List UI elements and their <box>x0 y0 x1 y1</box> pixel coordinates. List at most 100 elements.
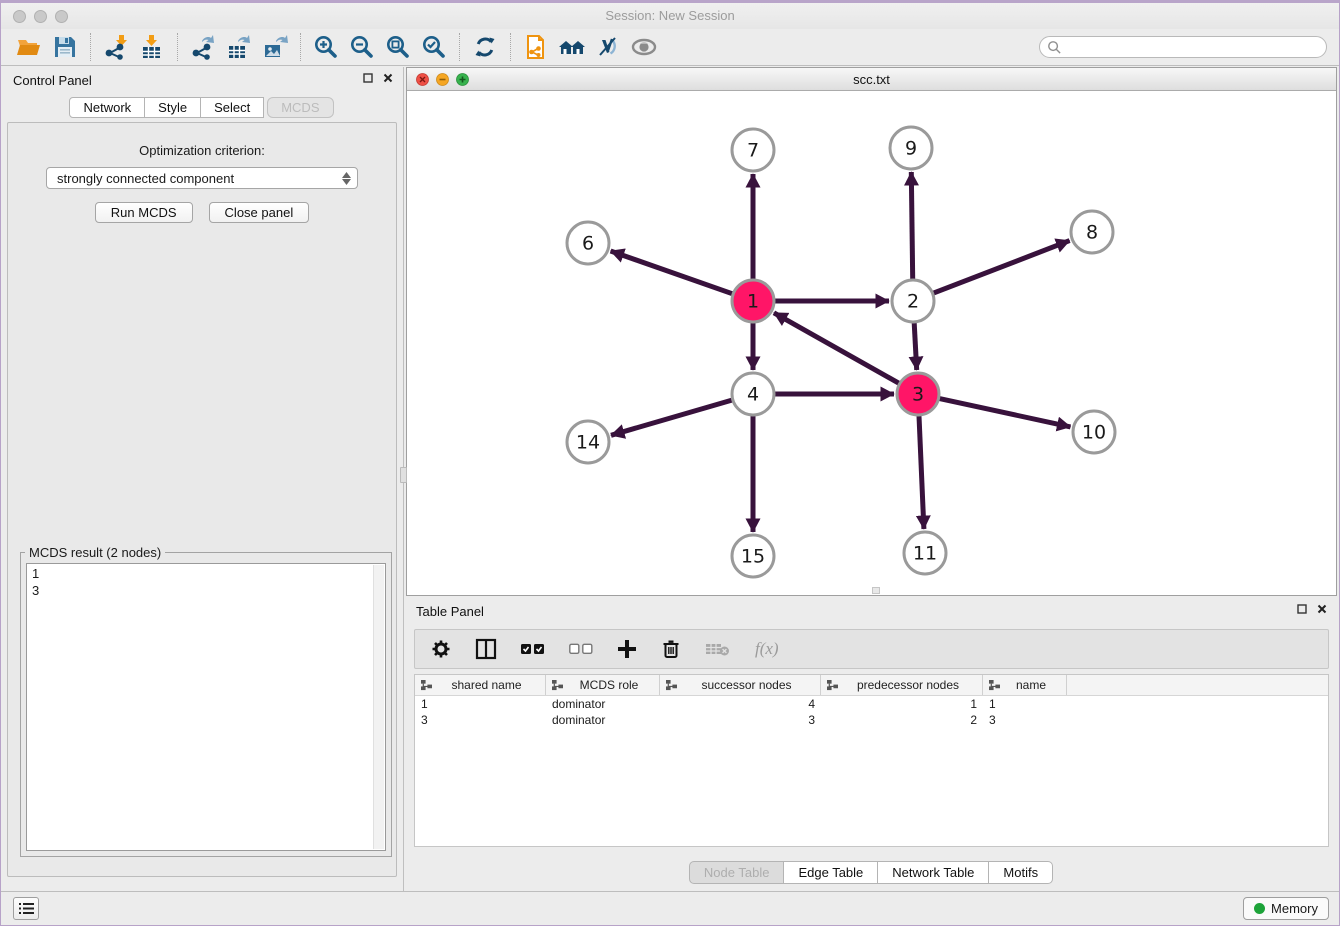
tab-node-table[interactable]: Node Table <box>689 861 785 884</box>
close-table-panel-icon[interactable] <box>1317 604 1327 614</box>
column-header-label: successor nodes <box>677 678 816 692</box>
refresh-icon[interactable] <box>467 32 503 62</box>
close-panel-icon[interactable] <box>383 73 393 83</box>
toolbar-separator <box>459 33 460 61</box>
open-session-icon[interactable] <box>11 32 47 62</box>
network-from-document-icon[interactable] <box>518 32 554 62</box>
node-label-3: 3 <box>912 384 924 406</box>
save-session-icon[interactable] <box>47 32 83 62</box>
zoom-fit-icon[interactable] <box>380 32 416 62</box>
zoom-in-icon[interactable] <box>308 32 344 62</box>
result-scrollbar[interactable] <box>373 565 384 849</box>
tab-style[interactable]: Style <box>144 97 201 118</box>
control-panel-title: Control Panel <box>13 73 92 88</box>
delete-column-icon[interactable] <box>661 638 681 660</box>
table-tabs: Node TableEdge TableNetwork TableMotifs <box>406 861 1337 884</box>
select-spinner-icon <box>342 172 353 185</box>
deselect-all-icon[interactable] <box>569 643 593 655</box>
control-panel-header: Control Panel <box>1 67 403 93</box>
edge-2-3[interactable] <box>914 323 917 370</box>
table-panel: Table Panel <box>406 598 1337 891</box>
float-panel-icon[interactable] <box>363 73 373 83</box>
run-mcds-button[interactable]: Run MCDS <box>95 202 193 223</box>
column-header-name[interactable]: name <box>983 675 1067 695</box>
status-bar: Memory <box>1 891 1339 925</box>
criterion-select[interactable]: strongly connected component <box>46 167 358 189</box>
close-panel-button[interactable]: Close panel <box>209 202 310 223</box>
mcds-result-line: 3 <box>32 582 380 599</box>
memory-button[interactable]: Memory <box>1243 897 1329 920</box>
import-table-icon[interactable] <box>134 32 170 62</box>
table-cell[interactable]: dominator <box>546 697 660 711</box>
export-table-icon[interactable] <box>221 32 257 62</box>
node-table[interactable]: shared nameMCDS role successor nodes prede… <box>414 674 1329 847</box>
delete-table-icon[interactable] <box>705 640 731 658</box>
toggle-graphics-details-icon[interactable] <box>590 32 626 62</box>
edge-4-14[interactable] <box>611 400 732 435</box>
tab-select[interactable]: Select <box>200 97 264 118</box>
table-row[interactable]: 1dominator411 <box>415 696 1328 712</box>
toolbar-separator <box>510 33 511 61</box>
search-input[interactable] <box>1062 38 1326 56</box>
edge-1-6[interactable] <box>611 251 733 294</box>
network-canvas[interactable]: 7968124314101511 <box>407 91 1336 595</box>
edge-2-9[interactable] <box>911 172 912 279</box>
add-column-icon[interactable] <box>617 639 637 659</box>
table-cell[interactable]: 3 <box>660 713 821 727</box>
panel-splitter-handle[interactable] <box>400 467 407 483</box>
table-cell[interactable]: 3 <box>415 713 546 727</box>
select-all-icon[interactable] <box>521 643 545 655</box>
control-panel-tabs: NetworkStyleSelectMCDS <box>1 97 403 118</box>
column-header-successor-nodes[interactable]: successor nodes <box>660 675 821 695</box>
column-header-predecessor-nodes[interactable]: predecessor nodes <box>821 675 983 695</box>
export-network-icon[interactable] <box>185 32 221 62</box>
search-icon <box>1047 40 1062 55</box>
float-table-panel-icon[interactable] <box>1297 604 1307 614</box>
node-label-9: 9 <box>905 138 917 160</box>
tab-motifs[interactable]: Motifs <box>988 861 1053 884</box>
network-graph: 7968124314101511 <box>407 91 1336 595</box>
tab-network-table[interactable]: Network Table <box>877 861 989 884</box>
home-view-icon[interactable] <box>554 32 590 62</box>
node-label-14: 14 <box>576 432 600 454</box>
table-cell[interactable]: 3 <box>983 713 1067 727</box>
canvas-resize-handle[interactable] <box>872 587 880 594</box>
task-history-button[interactable] <box>13 897 39 920</box>
zoom-out-icon[interactable] <box>344 32 380 62</box>
show-hide-panel-icon[interactable] <box>626 32 662 62</box>
table-cell[interactable]: 4 <box>660 697 821 711</box>
function-builder-icon[interactable]: f(x) <box>755 639 779 659</box>
split-panel-icon[interactable] <box>475 638 497 660</box>
table-body: 1dominator4113dominator323 <box>415 696 1328 728</box>
table-cell[interactable]: 1 <box>415 697 546 711</box>
table-cell[interactable]: 1 <box>821 697 983 711</box>
edge-3-11[interactable] <box>919 416 924 529</box>
table-header-row: shared nameMCDS role successor nodes prede… <box>415 675 1328 696</box>
main-toolbar <box>1 29 1339 66</box>
column-header-MCDS-role[interactable]: MCDS role <box>546 675 660 695</box>
zoom-selected-icon[interactable] <box>416 32 452 62</box>
export-image-icon[interactable] <box>257 32 293 62</box>
node-label-4: 4 <box>747 384 759 406</box>
column-header-shared-name[interactable]: shared name <box>415 675 546 695</box>
table-row[interactable]: 3dominator323 <box>415 712 1328 728</box>
edge-2-8[interactable] <box>934 241 1070 294</box>
node-label-2: 2 <box>907 291 919 313</box>
table-cell[interactable]: dominator <box>546 713 660 727</box>
node-label-11: 11 <box>913 543 937 565</box>
table-cell[interactable]: 2 <box>821 713 983 727</box>
criterion-value: strongly connected component <box>57 171 342 186</box>
tab-network[interactable]: Network <box>69 97 145 118</box>
edge-3-1[interactable] <box>774 313 899 383</box>
mcds-result-textarea[interactable]: 13 <box>26 563 386 851</box>
table-cell[interactable]: 1 <box>983 697 1067 711</box>
mcds-result-legend: MCDS result (2 nodes) <box>25 545 165 560</box>
tab-mcds[interactable]: MCDS <box>267 97 333 118</box>
search-box[interactable] <box>1039 36 1327 58</box>
tab-edge-table[interactable]: Edge Table <box>783 861 878 884</box>
table-settings-icon[interactable] <box>431 639 451 659</box>
table-toolbar: f(x) <box>414 629 1329 669</box>
import-network-icon[interactable] <box>98 32 134 62</box>
edge-3-10[interactable] <box>940 399 1071 427</box>
toolbar-separator <box>90 33 91 61</box>
